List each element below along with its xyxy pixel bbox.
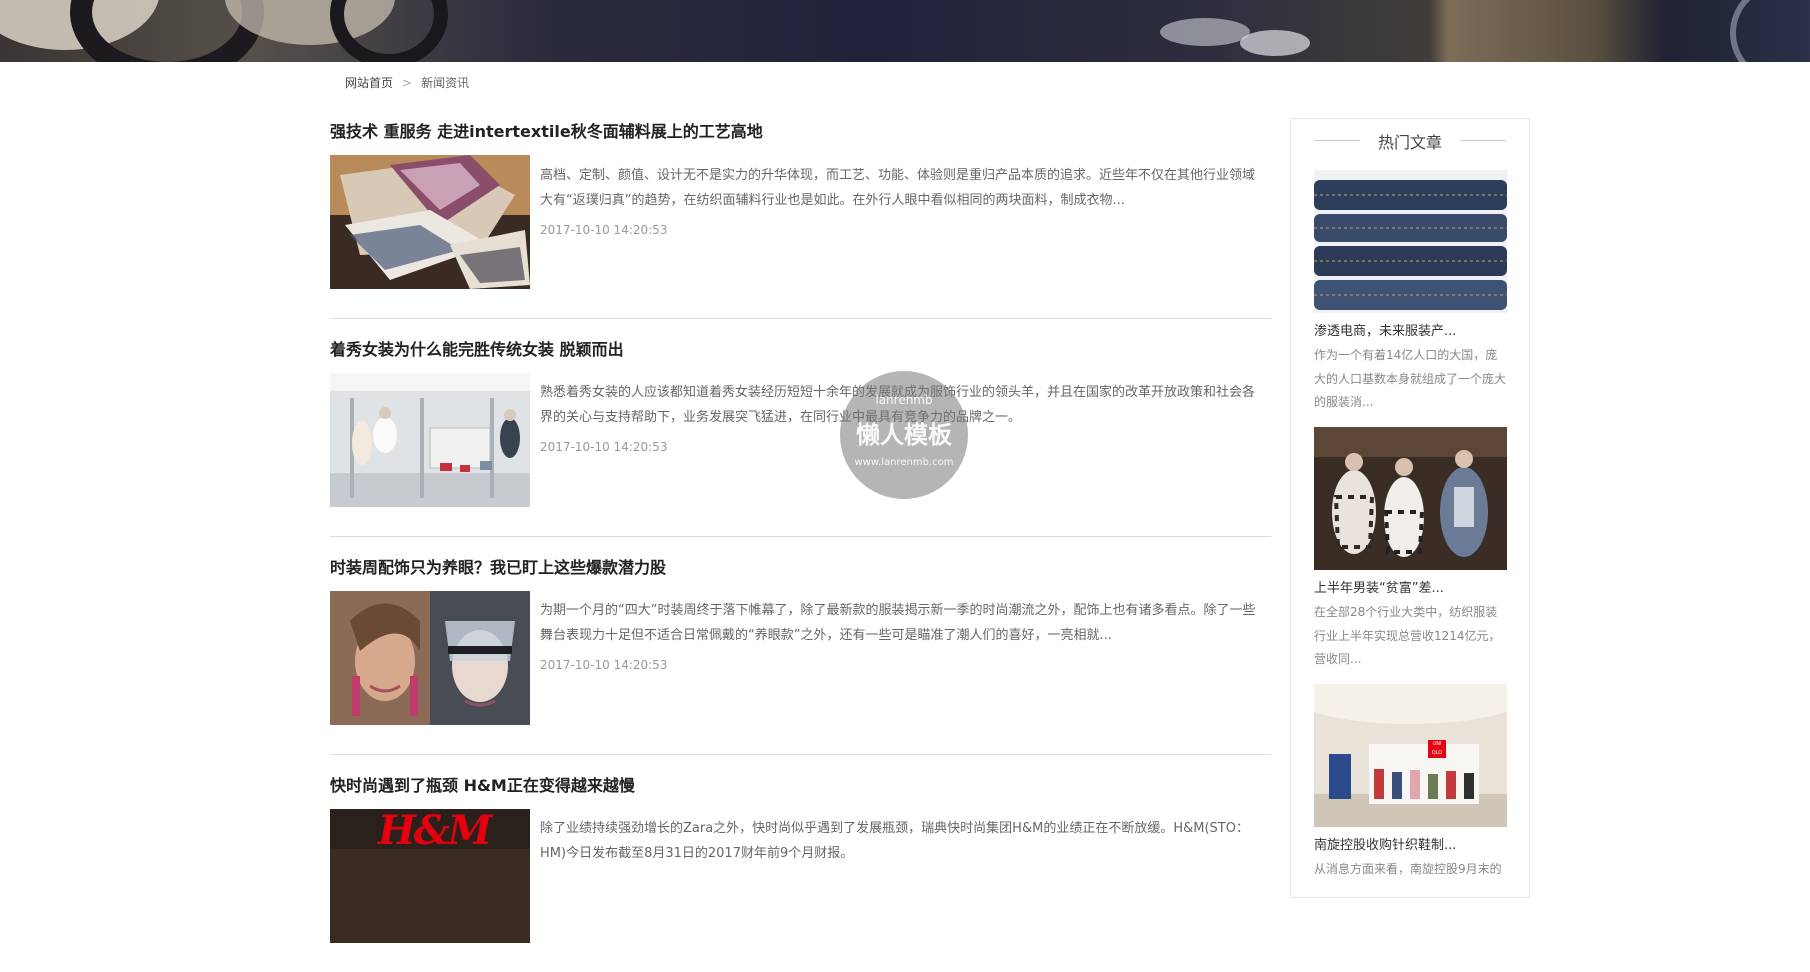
sidebar-article-title-link[interactable]: 渗透电商，未来服装产...	[1314, 320, 1507, 339]
watermark-url-text: www.lanrenmb.com	[854, 457, 954, 468]
article-date: 2017-10-10 14:20:53	[540, 658, 668, 672]
article-list: 强技术 重服务 走进intertextile秋冬面辅料展上的工艺高地 高档、定制…	[330, 108, 1271, 972]
sidebar-article-item: UNI QLO 南旋控股收购针织鞋制... 从消息方面来看，南旋控股9月末的	[1314, 684, 1507, 882]
hot-articles-sidebar: 热门文章 渗透电商，未来服装产... 作为一个有着14亿人口的大国，庞大的人口基…	[1290, 118, 1530, 898]
top-banner-image	[0, 0, 1810, 62]
sidebar-article-item: 渗透电商，未来服装产... 作为一个有着14亿人口的大国，庞大的人口基数本身就组…	[1314, 170, 1507, 415]
breadcrumb-current: 新闻资讯	[421, 76, 470, 90]
sidebar-article-title-link[interactable]: 上半年男装“贫富”差...	[1314, 577, 1507, 596]
watermark-top-text: lanrenmb	[875, 393, 933, 407]
article-title-link[interactable]: 强技术 重服务 走进intertextile秋冬面辅料展上的工艺高地	[330, 118, 763, 142]
article-title-link[interactable]: 时装周配饰只为养眼？我已盯上这些爆款潜力股	[330, 554, 666, 578]
article-thumbnail[interactable]	[330, 373, 530, 507]
sidebar-article-image[interactable]	[1314, 427, 1507, 570]
hm-logo-text: H&M	[378, 809, 492, 854]
sidebar-article-desc: 从消息方面来看，南旋控股9月末的	[1314, 862, 1502, 876]
article-item: 强技术 重服务 走进intertextile秋冬面辅料展上的工艺高地 高档、定制…	[330, 108, 1271, 319]
watermark-main-text: 懒人模板	[856, 421, 952, 449]
sidebar-article-image[interactable]	[1314, 170, 1507, 313]
sidebar-heading: 热门文章	[1291, 129, 1529, 153]
article-thumbnail[interactable]	[330, 591, 530, 725]
article-item: 快时尚遇到了瓶颈 H&M正在变得越来越慢 H&M 除了业绩持续强劲增长的Zara…	[330, 755, 1271, 972]
article-date: 2017-10-10 14:20:53	[540, 440, 668, 454]
article-date: 2017-10-10 14:20:53	[540, 223, 668, 237]
heading-divider-right	[1460, 140, 1506, 141]
sidebar-article-image[interactable]: UNI QLO	[1314, 684, 1507, 827]
article-title-link[interactable]: 着秀女装为什么能完胜传统女装 脱颖而出	[330, 336, 624, 360]
article-title-link[interactable]: 快时尚遇到了瓶颈 H&M正在变得越来越慢	[330, 772, 635, 796]
article-summary: 为期一个月的“四大”时装周终于落下帷幕了，除了最新款的服装揭示新一季的时尚潮流之…	[540, 603, 1256, 643]
article-summary: 高档、定制、颜值、设计无不是实力的升华体现，而工艺、功能、体验则是重归产品本质的…	[540, 168, 1256, 208]
article-thumbnail[interactable]: H&M	[330, 809, 530, 943]
breadcrumb-separator: >	[402, 76, 413, 90]
sidebar-article-desc: 作为一个有着14亿人口的大国，庞大的人口基数本身就组成了一个庞大的服装消...	[1314, 348, 1507, 409]
article-item: 着秀女装为什么能完胜传统女装 脱颖而出 熟悉着秀女装的人应该都知道着秀女装经历短…	[330, 319, 1271, 537]
article-thumbnail[interactable]	[330, 155, 530, 289]
sidebar-article-title-link[interactable]: 南旋控股收购针织鞋制...	[1314, 834, 1507, 853]
breadcrumb-home-link[interactable]: 网站首页	[345, 76, 393, 90]
article-item: 时装周配饰只为养眼？我已盯上这些爆款潜力股 为期一个月的“四大”时装周终于落下帷…	[330, 537, 1271, 755]
sidebar-heading-text: 热门文章	[1377, 133, 1442, 152]
sidebar-article-desc: 在全部28个行业大类中，纺织服装行业上半年实现总营收1214亿元，营收同...	[1314, 605, 1501, 666]
breadcrumb: 网站首页 > 新闻资讯	[345, 74, 469, 91]
heading-divider-left	[1314, 140, 1360, 141]
site-watermark: lanrenmb 懒人模板 www.lanrenmb.com	[840, 371, 968, 499]
article-summary: 除了业绩持续强劲增长的Zara之外，快时尚似乎遇到了发展瓶颈，瑞典快时尚集团H&…	[540, 821, 1249, 861]
sidebar-article-item: 上半年男装“贫富”差... 在全部28个行业大类中，纺织服装行业上半年实现总营收…	[1314, 427, 1507, 672]
uniqlo-logo-text: UNI QLO	[1428, 740, 1446, 758]
